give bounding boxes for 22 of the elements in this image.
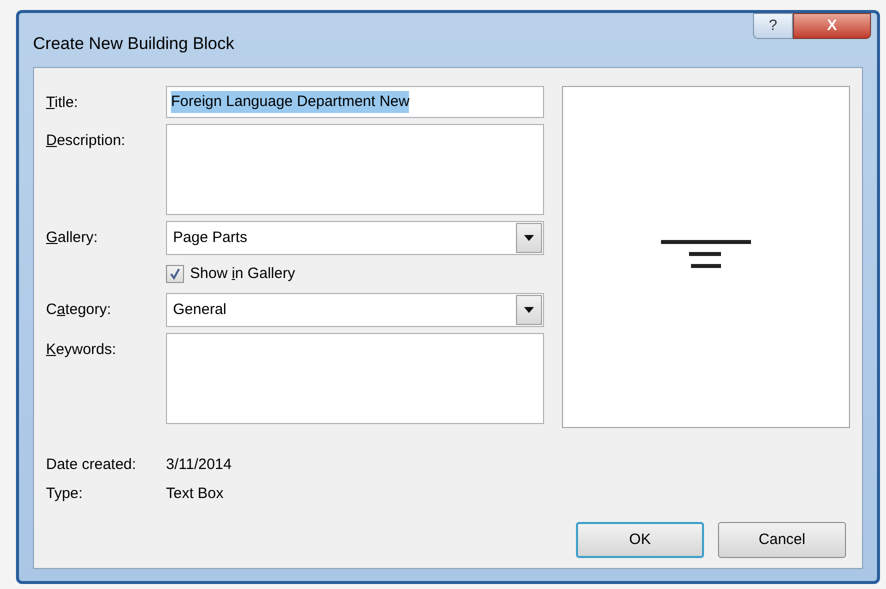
info-value: Text Box [166, 484, 224, 504]
info-value: 3/11/2014 [166, 455, 232, 475]
text-area[interactable] [166, 333, 544, 424]
field-label: Category: [46, 300, 112, 320]
dialog-button[interactable]: OK [576, 522, 704, 558]
checkbox[interactable] [166, 265, 184, 283]
field-label: Keywords: [46, 340, 118, 360]
text-area[interactable] [166, 124, 544, 215]
window-title: Create New Building Block [33, 33, 234, 55]
title-field[interactable]: Foreign Language Department New [166, 86, 544, 118]
dropdown[interactable]: General [166, 293, 544, 327]
info-label: Date created: [46, 455, 138, 475]
dropdown-arrow-icon [524, 235, 534, 241]
dropdown[interactable]: Page Parts [166, 221, 544, 255]
field-label: Title: [46, 93, 79, 113]
dropdown-arrow-icon [524, 307, 534, 313]
dialog-button[interactable]: Cancel [718, 522, 846, 558]
help-button[interactable]: ? [753, 13, 793, 39]
field-label: Description: [46, 131, 126, 151]
info-label: Type: [46, 484, 84, 504]
field-label: Show in Gallery [190, 264, 296, 284]
field-label: Gallery: [46, 228, 99, 248]
